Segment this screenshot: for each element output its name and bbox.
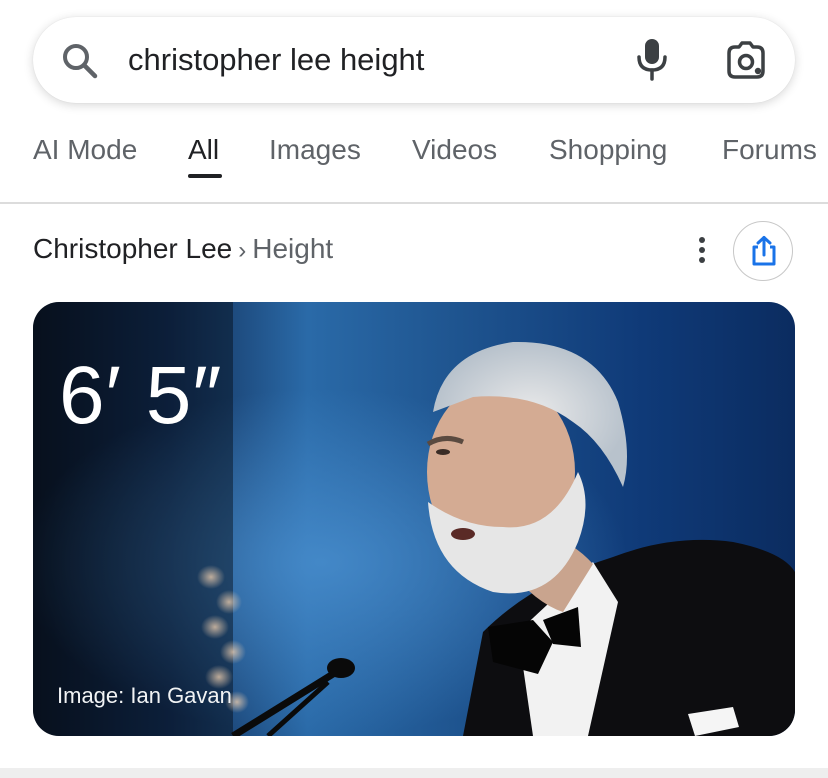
height-answer-card[interactable]: 6′ 5″ Image: Ian Gavan (33, 302, 795, 736)
share-button[interactable] (733, 221, 793, 281)
search-bar[interactable]: christopher lee height (33, 17, 795, 103)
tab-ai-mode[interactable]: AI Mode (33, 132, 137, 168)
search-tabs: AI Mode All Images Videos Shopping Forum… (0, 118, 828, 204)
share-icon (752, 236, 776, 266)
breadcrumb: Christopher Lee › Height (33, 231, 333, 269)
tab-forums[interactable]: Forums (722, 132, 817, 168)
search-icon[interactable] (60, 41, 100, 81)
height-value: 6′ 5″ (59, 350, 223, 441)
breadcrumb-entity[interactable]: Christopher Lee (33, 233, 232, 264)
tab-images[interactable]: Images (269, 132, 361, 168)
image-credit: Image: Ian Gavan (57, 683, 232, 708)
lens-icon[interactable] (725, 41, 767, 79)
breadcrumb-attribute: Height (252, 233, 334, 264)
breadcrumb-separator: › (238, 237, 247, 264)
tab-shopping[interactable]: Shopping (549, 132, 667, 168)
mic-icon[interactable] (634, 37, 670, 81)
search-query[interactable]: christopher lee height (128, 41, 424, 79)
tab-all[interactable]: All (188, 132, 219, 168)
section-divider (0, 768, 828, 778)
more-vert-icon[interactable] (690, 233, 714, 267)
active-tab-indicator (188, 174, 222, 178)
tab-videos[interactable]: Videos (412, 132, 497, 168)
